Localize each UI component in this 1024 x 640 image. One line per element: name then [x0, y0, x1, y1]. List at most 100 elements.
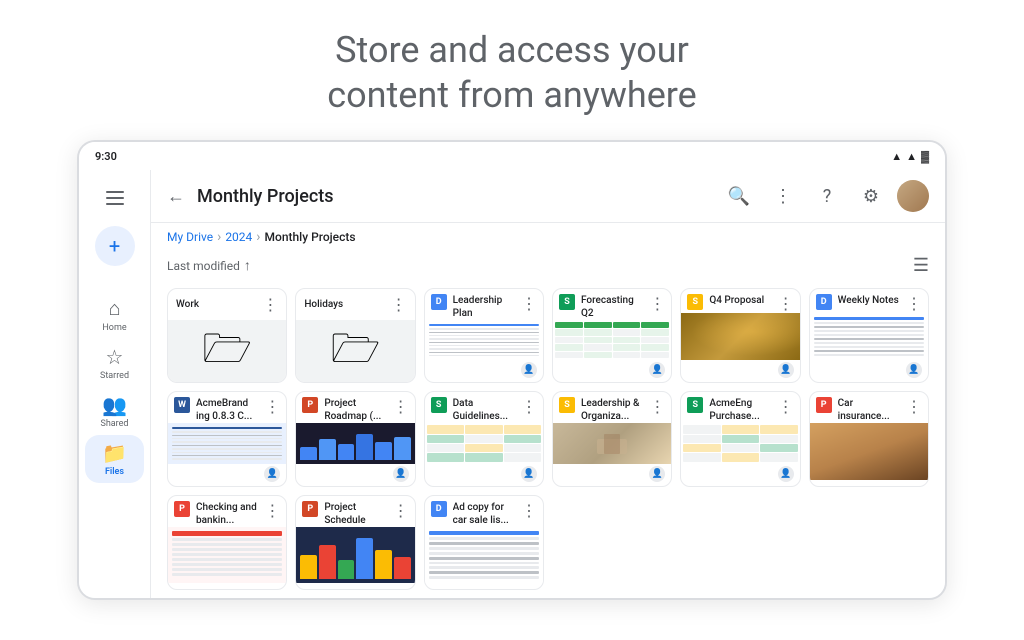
sort-arrow-icon: ↑ [244, 257, 251, 274]
folder-preview-work: 🗁 [168, 320, 286, 383]
breadcrumb-sep-2: › [256, 229, 260, 245]
pdf-preview-checking [168, 527, 286, 583]
pdf-icon-checking: P [174, 501, 190, 517]
card-more-q4[interactable]: ⋮ [778, 294, 794, 313]
file-card-adcopy[interactable]: D Ad copy for car sale lis... ⋮ [424, 495, 544, 590]
card-title-acme: AcmeBrand ing 0.8.3 C... [196, 397, 260, 423]
settings-button[interactable]: ⚙ [853, 178, 889, 214]
docs-icon-wn: D [816, 294, 832, 310]
card-header-lo: S Leadership & Organiza... ⋮ [553, 392, 671, 423]
card-more-fq[interactable]: ⋮ [649, 294, 665, 313]
photo-preview-q4 [681, 313, 799, 360]
home-icon: ⌂ [108, 296, 120, 321]
card-more-adcopy[interactable]: ⋮ [521, 501, 537, 520]
file-card-holidays[interactable]: Holidays ⋮ 🗁 [295, 288, 415, 383]
doc-preview-adcopy [425, 527, 543, 583]
card-title-roadmap: Project Roadmap (... [324, 397, 388, 423]
card-footer-fq: 👤 [553, 360, 671, 382]
breadcrumb-2024[interactable]: 2024 [225, 230, 252, 244]
card-more-wn[interactable]: ⋮ [906, 294, 922, 313]
card-more-dg[interactable]: ⋮ [521, 397, 537, 416]
page-title: Monthly Projects [197, 186, 709, 207]
sidebar-label-shared: Shared [100, 419, 128, 429]
file-card-roadmap[interactable]: P Project Roadmap (... ⋮ 👤 [295, 391, 415, 486]
more-button[interactable]: ⋮ [765, 178, 801, 214]
sheets-icon: S [559, 294, 575, 310]
card-header-q4: S Q4 Proposal ⋮ [681, 289, 799, 313]
shared-badge-wn: 👤 [906, 362, 922, 378]
sheets-icon-dg: S [431, 397, 447, 413]
image-preview-lo [553, 423, 671, 463]
card-footer-lo: 👤 [553, 464, 671, 486]
folder-preview-holidays: 🗁 [296, 320, 414, 383]
card-more-lo[interactable]: ⋮ [649, 397, 665, 416]
folder-icon-holidays: 🗁 [331, 320, 381, 383]
fab-new-button[interactable]: + [95, 226, 135, 266]
status-time: 9:30 [95, 150, 117, 163]
hamburger-icon [106, 191, 124, 205]
card-more-car[interactable]: ⋮ [906, 397, 922, 416]
card-more-ae[interactable]: ⋮ [778, 397, 794, 416]
sort-button[interactable]: Last modified ↑ [167, 257, 251, 274]
help-button[interactable]: ? [809, 178, 845, 214]
hamburger-button[interactable] [95, 178, 135, 218]
file-card-acmeeng[interactable]: S AcmeEng Purchase... ⋮ 👤 [680, 391, 800, 486]
file-card-q4[interactable]: S Q4 Proposal ⋮ 👤 [680, 288, 800, 383]
main-content: ← Monthly Projects 🔍 ⋮ ? ⚙ My Drive › 20… [151, 170, 945, 598]
file-card-leadership-org[interactable]: S Leadership & Organiza... ⋮ � [552, 391, 672, 486]
card-more-holidays[interactable]: ⋮ [391, 295, 407, 314]
file-card-data-guidelines[interactable]: S Data Guidelines... ⋮ 👤 [424, 391, 544, 486]
file-card-schedule[interactable]: P Project Schedule ⋮ [295, 495, 415, 590]
docs-icon: D [431, 294, 447, 310]
avatar[interactable] [897, 180, 929, 212]
file-card-checking[interactable]: P Checking and bankin... ⋮ [167, 495, 287, 590]
card-title-weekly: Weekly Notes [838, 294, 902, 307]
file-card-weekly[interactable]: D Weekly Notes ⋮ 👤 [809, 288, 929, 383]
breadcrumb-current: Monthly Projects [265, 230, 356, 244]
card-title-ae: AcmeEng Purchase... [709, 397, 773, 423]
sidebar-item-files[interactable]: 📁 Files [85, 435, 144, 483]
sidebar-item-shared[interactable]: 👥 Shared [79, 387, 150, 435]
sidebar-item-starred[interactable]: ☆ Starred [79, 339, 150, 387]
card-more-lp[interactable]: ⋮ [521, 294, 537, 313]
file-card-acme[interactable]: W AcmeBrand ing 0.8.3 C... ⋮ 👤 [167, 391, 287, 486]
shared-badge-lo: 👤 [649, 466, 665, 482]
card-header-car: P Car insurance... ⋮ [810, 392, 928, 423]
card-more-checking[interactable]: ⋮ [264, 501, 280, 520]
card-more-acme[interactable]: ⋮ [264, 397, 280, 416]
card-more-schedule[interactable]: ⋮ [393, 501, 409, 520]
file-grid: Work ⋮ 🗁 Holidays ⋮ 🗁 [151, 280, 945, 598]
star-icon: ☆ [106, 345, 124, 369]
card-title-lo: Leadership & Organiza... [581, 397, 645, 423]
back-button[interactable]: ← [167, 186, 185, 207]
file-card-forecasting[interactable]: S Forecasting Q2 ⋮ 👤 [552, 288, 672, 383]
sidebar-label-starred: Starred [100, 371, 129, 381]
shared-badge-fq: 👤 [649, 362, 665, 378]
word-icon-acme: W [174, 397, 190, 413]
file-card-work[interactable]: Work ⋮ 🗁 [167, 288, 287, 383]
breadcrumb-my-drive[interactable]: My Drive [167, 230, 213, 244]
shared-badge-q4: 👤 [778, 362, 794, 378]
card-footer-q4: 👤 [681, 360, 799, 382]
search-button[interactable]: 🔍 [721, 178, 757, 214]
breadcrumb-sep-1: › [217, 229, 221, 245]
shared-badge-roadmap: 👤 [393, 466, 409, 482]
hero-title: Store and access your content from anywh… [327, 28, 697, 118]
card-header-schedule: P Project Schedule ⋮ [296, 496, 414, 527]
card-footer-wn: 👤 [810, 360, 928, 382]
file-card-leadership-plan[interactable]: D Leadership Plan ⋮ 👤 [424, 288, 544, 383]
photo-preview-car [810, 423, 928, 479]
sidebar-item-home[interactable]: ⌂ Home [79, 290, 150, 339]
card-footer-acme: 👤 [168, 464, 286, 486]
card-footer-adcopy [425, 583, 543, 589]
file-card-car[interactable]: P Car insurance... ⋮ [809, 391, 929, 486]
card-more-work[interactable]: ⋮ [262, 295, 278, 314]
card-footer-ae: 👤 [681, 464, 799, 486]
card-header-ae: S AcmeEng Purchase... ⋮ [681, 392, 799, 423]
list-view-button[interactable]: ☰ [913, 255, 929, 276]
card-more-roadmap[interactable]: ⋮ [393, 397, 409, 416]
chart-preview-schedule [296, 527, 414, 583]
card-footer-lp: 👤 [425, 360, 543, 382]
doc-preview-lp [425, 320, 543, 360]
battery-icon: ▓ [921, 150, 929, 163]
